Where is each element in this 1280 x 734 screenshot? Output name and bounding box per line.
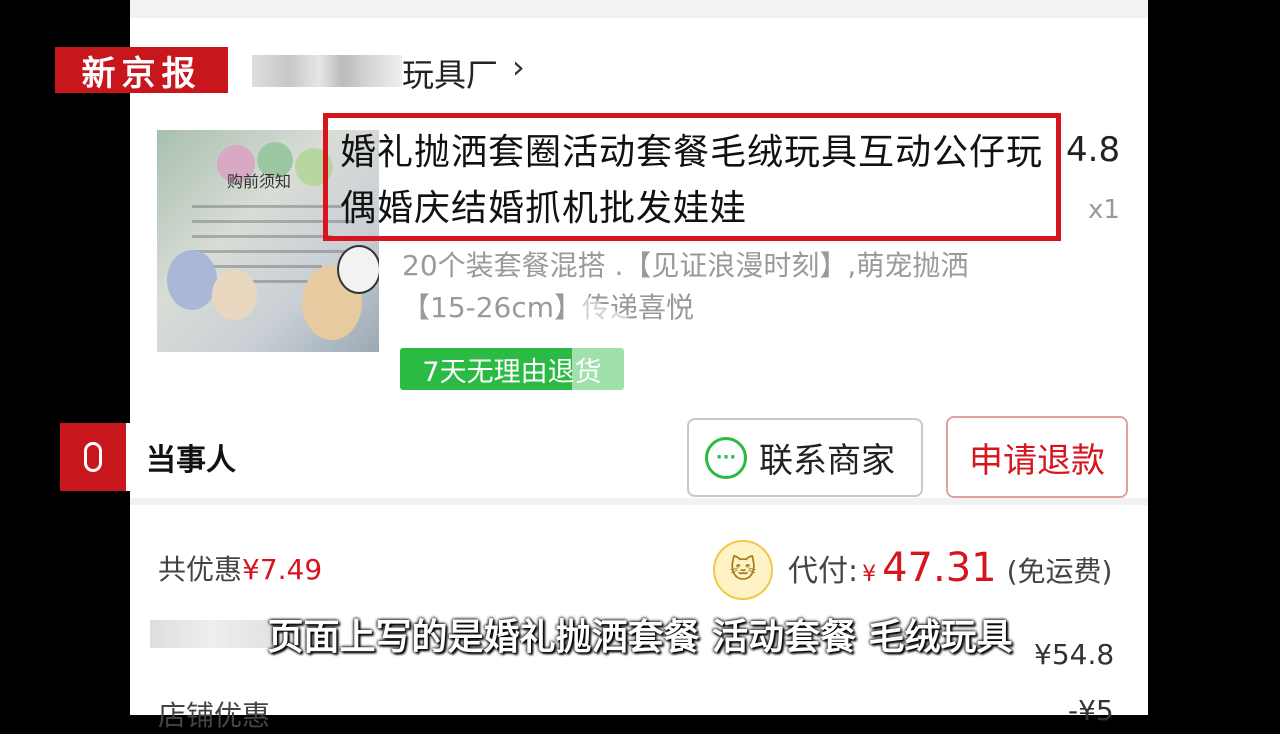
- shop-name[interactable]: 玩具厂: [402, 50, 498, 96]
- discount-label: 共优惠: [158, 553, 243, 586]
- chat-bubble-icon: ···: [705, 436, 747, 479]
- store-discount-label: 店铺优惠: [158, 699, 271, 732]
- product-quantity: x1: [1088, 195, 1120, 225]
- chevron-right-icon[interactable]: ›: [512, 48, 525, 86]
- total-discount: 共优惠¥7.49: [158, 548, 322, 588]
- xinjingbao-logo: 新京报: [55, 47, 228, 94]
- request-refund-button[interactable]: 申请退款: [946, 416, 1128, 498]
- paid-currency: ¥: [862, 562, 877, 587]
- store-discount-value: -¥5: [1068, 694, 1114, 727]
- speaker-tag: 当事人: [60, 423, 256, 491]
- plush-toy-image: [337, 245, 379, 294]
- video-subtitle: 页面上写的是婚礼抛洒套餐 活动套餐 毛绒玩具: [267, 617, 1013, 658]
- notice-line: [192, 235, 332, 238]
- shipping-note: (免运费): [1006, 555, 1113, 588]
- speaker-label: 当事人: [126, 423, 256, 491]
- contact-seller-button[interactable]: ··· 联系商家: [687, 418, 923, 497]
- paid-amount: 代付: ¥ 47.31 (免运费): [788, 545, 1112, 591]
- microphone-icon: [60, 423, 126, 491]
- play-icon[interactable]: [572, 288, 712, 436]
- notice-line: [192, 250, 347, 253]
- paid-label: 代付:: [788, 554, 859, 589]
- contact-seller-label: 联系商家: [759, 441, 895, 481]
- plush-toy-image: [167, 250, 217, 310]
- discount-amount: ¥7.49: [242, 553, 323, 586]
- notice-line: [192, 205, 342, 208]
- payer-avatar[interactable]: 🐱: [713, 540, 773, 600]
- product-title[interactable]: 婚礼抛洒套圈活动套餐毛绒玩具互动公仔玩偶婚庆结婚抓机批发娃娃: [340, 125, 1060, 237]
- product-price: 4.8: [1066, 130, 1121, 170]
- plush-toy-image: [212, 270, 257, 320]
- paid-value: 47.31: [882, 545, 997, 591]
- shop-name-blurred: [252, 55, 402, 87]
- purchase-notice-title: 购前须知: [227, 172, 292, 191]
